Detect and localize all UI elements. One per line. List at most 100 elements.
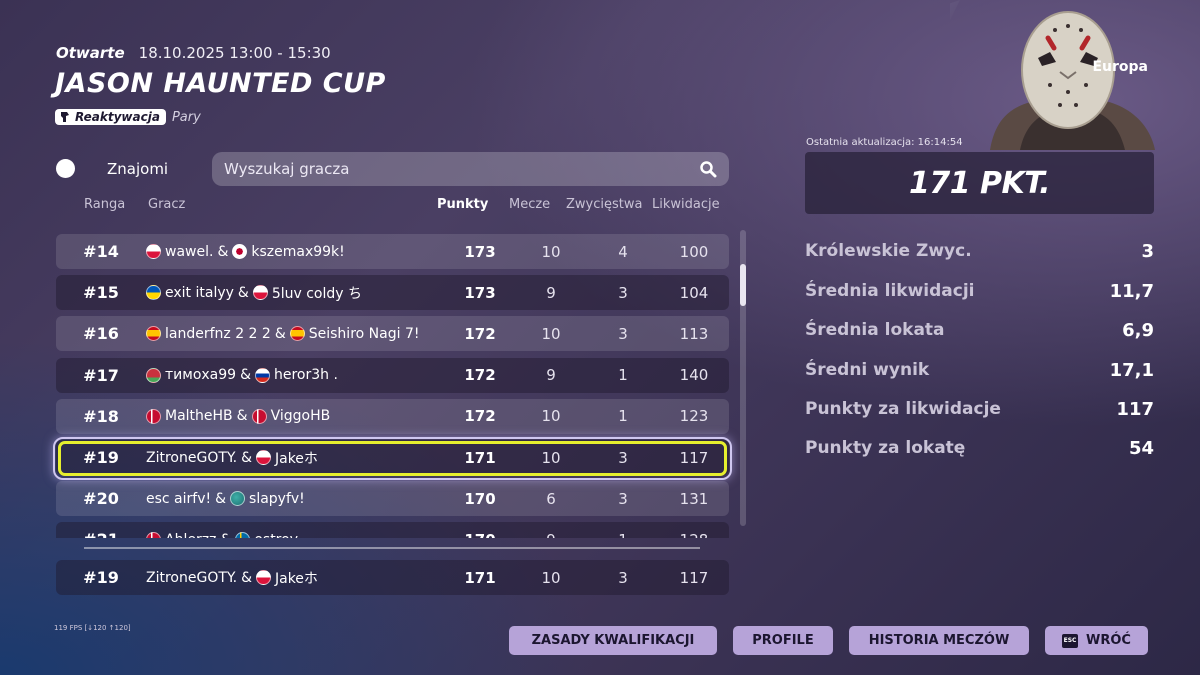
row-rank: #16 <box>83 324 119 344</box>
row-wins: 1 <box>618 407 628 426</box>
row-rank: #21 <box>56 530 146 538</box>
toggle-radio[interactable] <box>56 159 75 178</box>
row-players: landerfnz 2 2 2 & Seishiro Nagi 7! <box>146 326 419 342</box>
player-1-name: тимоха99 <box>165 367 237 384</box>
row-rank: #17 <box>83 365 119 385</box>
row-matches: 10 <box>541 242 561 261</box>
player-1-name: wawel. <box>165 243 214 260</box>
back-button-label: WRÓĆ <box>1086 633 1131 648</box>
match-history-button[interactable]: HISTORIA MECZÓW <box>849 626 1029 655</box>
row-rank: #14 <box>83 242 119 261</box>
table-row[interactable]: #15 exit italyy & 5luv coldy ち 173 9 3 104 <box>56 275 729 311</box>
player-2-name: ostrov <box>254 532 298 538</box>
my-player1: ZitroneGOTY. <box>146 569 238 586</box>
table-row[interactable]: #20 esc airfv! & slapyfv! 170 6 3 131 <box>56 481 729 517</box>
my-rank: #19 <box>83 568 119 587</box>
player-2-name: 5luv coldy ち <box>271 285 363 302</box>
points-summary: 171 PKT. <box>805 152 1154 214</box>
flag-jp-icon <box>232 244 248 259</box>
col-kills: Likwidacje <box>652 197 720 212</box>
player-1-name: ZitroneGOTY. <box>146 449 238 466</box>
esc-key-icon: ESC <box>1062 633 1079 648</box>
player-2-name: Seishiro Nagi 7! <box>308 325 420 342</box>
player-2-name: Jakeホ <box>274 450 318 467</box>
player-separator: & <box>274 325 286 342</box>
row-kills: 113 <box>679 324 709 343</box>
event-status: Otwarte <box>56 44 125 62</box>
table-row[interactable]: #19 ZitroneGOTY. & Jakeホ 171 10 3 117 <box>56 440 729 475</box>
flag-es-icon <box>146 326 161 342</box>
player-separator: & <box>241 449 252 466</box>
player-1-name: Ahlerzz <box>165 532 216 538</box>
flag-by-icon <box>146 367 161 383</box>
stat-value: 117 <box>1116 399 1154 420</box>
row-wins: 4 <box>618 242 628 261</box>
mode-badge-label: Reaktywacja <box>75 110 160 124</box>
search-input[interactable] <box>224 160 664 178</box>
stat-row: Średnia likwidacji 11,7 <box>805 281 1154 302</box>
leaderboard-list[interactable]: #14 wawel. & kszemax99k! 173 10 4 100 #15 exit it… <box>56 234 729 538</box>
row-wins: 3 <box>618 489 628 508</box>
row-wins: 1 <box>593 531 653 538</box>
player-1-name: landerfnz 2 2 2 <box>165 325 271 342</box>
row-players: exit italyy & 5luv coldy ち <box>146 283 362 303</box>
row-players: Ahlerzz& ostrov <box>146 532 298 538</box>
row-players: MaltheHB & ViggoHB <box>146 408 330 424</box>
flag-ua-icon <box>146 285 161 301</box>
row-rank: #15 <box>83 283 119 303</box>
row-points: 171 <box>464 448 496 467</box>
my-matches: 10 <box>541 568 561 587</box>
points-total: 171 PKT. <box>908 165 1051 201</box>
row-rank: #20 <box>83 489 119 509</box>
row-kills: 117 <box>679 448 709 467</box>
row-players: тимоха99 & heror3h . <box>146 367 338 383</box>
qualification-rules-button[interactable]: ZASADY KWALIFIKACJI <box>509 626 717 655</box>
event-dates: 18.10.2025 13:00 - 15:30 <box>138 44 331 62</box>
row-kills: 128 <box>664 531 724 538</box>
stat-row: Królewskie Zwyc. 3 <box>805 241 1154 262</box>
col-points: Punkty <box>437 197 489 212</box>
row-matches: 6 <box>546 489 556 508</box>
search-icon[interactable] <box>699 160 717 178</box>
flag-globe-icon <box>230 491 246 507</box>
flag-pl-icon <box>146 244 161 259</box>
table-row[interactable]: #18 MaltheHB & ViggoHB 172 10 1 123 <box>56 398 729 434</box>
table-row[interactable]: #16 landerfnz 2 2 2 & Seishiro Nagi 7! 172 10… <box>56 316 729 352</box>
table-row[interactable]: #17 тимоха99 & heror3h . 172 9 1 140 <box>56 357 729 393</box>
table-row[interactable]: #21 Ahlerzz& ostrov 170 9 1 128 <box>56 522 729 538</box>
player-2-name: kszemax99k! <box>251 243 345 260</box>
player-2-name: heror3h . <box>273 367 338 384</box>
flag-pl-icon <box>252 285 268 301</box>
row-matches: 9 <box>546 366 556 385</box>
stat-row: Punkty za lokatę 54 <box>805 438 1154 459</box>
row-wins: 3 <box>618 283 628 302</box>
friends-toggle[interactable]: Znajomi <box>56 159 168 178</box>
my-player2: Jakeホ <box>274 570 318 587</box>
back-button[interactable]: ESC WRÓĆ <box>1045 626 1148 655</box>
region-label: Europa <box>1092 59 1148 75</box>
search-bar[interactable] <box>212 152 729 186</box>
col-rank: Ranga <box>84 197 126 212</box>
stat-value: 3 <box>1141 241 1154 262</box>
stat-label: Punkty za lokatę <box>805 438 966 458</box>
scrollbar-thumb[interactable] <box>740 264 746 306</box>
row-rank: #18 <box>83 406 119 426</box>
row-points: 173 <box>464 242 496 261</box>
player-separator: & <box>237 284 249 301</box>
row-players: ZitroneGOTY. & Jakeホ <box>146 448 318 468</box>
my-team-row[interactable]: #19 ZitroneGOTY. & Jakeホ 171 10 3 117 <box>56 560 729 595</box>
row-matches: 10 <box>541 407 561 426</box>
player-separator: & <box>236 408 248 425</box>
profiles-button[interactable]: PROFILE <box>733 626 833 655</box>
row-kills: 131 <box>679 489 709 508</box>
stat-value: 11,7 <box>1109 281 1154 302</box>
col-player: Gracz <box>148 197 186 212</box>
my-wins: 3 <box>618 568 628 587</box>
row-matches: 9 <box>546 283 556 302</box>
row-wins: 3 <box>618 448 628 467</box>
row-players: wawel. & kszemax99k! <box>146 244 345 260</box>
player-separator: & <box>220 532 231 538</box>
table-row[interactable]: #14 wawel. & kszemax99k! 173 10 4 100 <box>56 234 729 269</box>
stat-row: Średnia lokata 6,9 <box>805 320 1154 341</box>
player-2-name: slapyfv! <box>249 490 305 507</box>
